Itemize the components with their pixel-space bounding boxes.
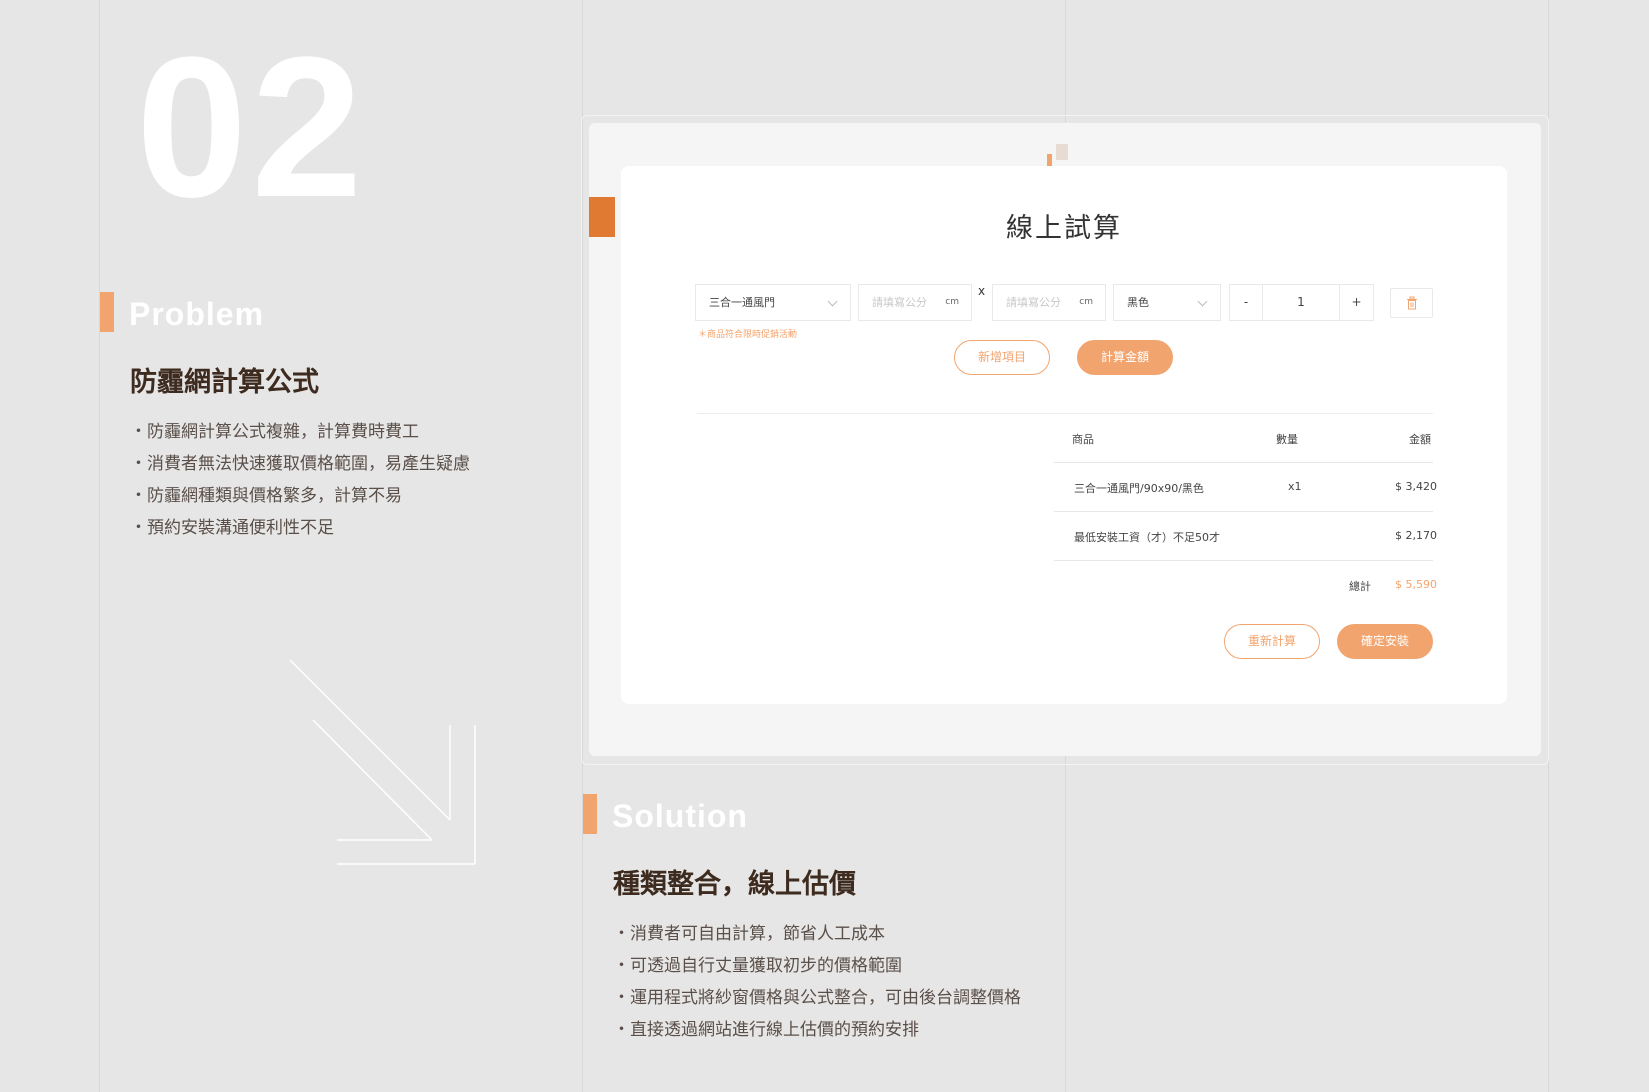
grid-line [99, 0, 100, 1092]
chevron-down-icon [1197, 296, 1208, 307]
color-select[interactable]: 黑色 [1113, 284, 1221, 321]
times-sign: x [978, 284, 986, 298]
height-unit: cm [1079, 297, 1093, 307]
divider [697, 413, 1433, 414]
product-select-value: 三合一通風門 [709, 296, 775, 309]
promo-note: ＊商品符合限時促銷活動 [698, 330, 798, 340]
table-row-item: 最低安裝工資（才）不足50才 [1074, 531, 1220, 544]
problem-bullet-list: 防霾網計算公式複雜，計算費時費工 消費者無法快速獲取價格範圍，易產生疑慮 防霾網… [130, 416, 470, 544]
table-header-item: 商品 [1072, 433, 1094, 446]
problem-bullet: 消費者無法快速獲取價格範圍，易產生疑慮 [130, 448, 470, 480]
decor-square [1056, 144, 1068, 160]
total-label: 總計 [1349, 580, 1371, 593]
problem-bullet: 預約安裝溝通便利性不足 [130, 512, 470, 544]
solution-bullet: 消費者可自由計算，節省人工成本 [613, 918, 1021, 950]
problem-accent-bar [100, 292, 114, 332]
calculate-button[interactable]: 計算金額 [1077, 340, 1173, 375]
table-header-qty: 數量 [1276, 433, 1298, 446]
section-number: 02 [136, 16, 367, 239]
product-select[interactable]: 三合一通風門 [695, 284, 851, 321]
color-select-value: 黑色 [1127, 296, 1149, 309]
calculator-title: 線上試算 [1006, 213, 1122, 244]
chevron-down-icon [827, 296, 838, 307]
problem-bullet: 防霾網計算公式複雜，計算費時費工 [130, 416, 470, 448]
table-rule [1054, 511, 1433, 512]
qty-minus-button[interactable]: - [1230, 285, 1262, 320]
qty-plus-button[interactable]: + [1340, 285, 1373, 320]
add-item-button[interactable]: 新增項目 [954, 340, 1050, 375]
height-input[interactable]: 請填寫公分 cm [992, 284, 1106, 321]
table-row-item: 三合一通風門/90x90/黑色 [1074, 482, 1204, 495]
problem-bullet: 防霾網種類與價格繁多，計算不易 [130, 480, 470, 512]
width-unit: cm [945, 297, 959, 307]
delete-item-button[interactable] [1390, 288, 1433, 318]
accent-block [589, 197, 615, 237]
solution-accent-bar [583, 794, 597, 834]
table-rule [1054, 462, 1433, 463]
table-rule [1054, 560, 1433, 561]
recalculate-button[interactable]: 重新計算 [1224, 624, 1320, 659]
solution-heading: 種類整合，線上估價 [613, 869, 856, 900]
trash-icon [1407, 296, 1417, 310]
solution-bullet: 可透過自行丈量獲取初步的價格範圍 [613, 950, 1021, 982]
width-placeholder: 請填寫公分 [872, 296, 927, 309]
table-row-qty: x1 [1288, 480, 1302, 493]
width-input[interactable]: 請填寫公分 cm [858, 284, 972, 321]
problem-heading: 防霾網計算公式 [130, 367, 319, 398]
solution-bullet: 直接透過網站進行線上估價的預約安排 [613, 1014, 1021, 1046]
confirm-install-button[interactable]: 確定安裝 [1337, 624, 1433, 659]
problem-label: Problem [129, 296, 265, 332]
table-row-amount: $ 2,170 [1395, 529, 1437, 542]
calculator-card: 線上試算 三合一通風門 請填寫公分 cm x 請填寫公分 cm 黑色 - 1 +… [621, 166, 1507, 704]
height-placeholder: 請填寫公分 [1006, 296, 1061, 309]
solution-bullet: 運用程式將紗窗價格與公式整合，可由後台調整價格 [613, 982, 1021, 1014]
total-value: $ 5,590 [1395, 578, 1437, 591]
solution-bullet-list: 消費者可自由計算，節省人工成本 可透過自行丈量獲取初步的價格範圍 運用程式將紗窗… [613, 918, 1021, 1046]
qty-value[interactable]: 1 [1263, 285, 1339, 320]
table-row-amount: $ 3,420 [1395, 480, 1437, 493]
solution-label: Solution [612, 798, 748, 834]
arrow-down-right-icon [289, 659, 476, 865]
quantity-stepper: - 1 + [1229, 284, 1374, 321]
table-header-amount: 金額 [1409, 433, 1431, 446]
